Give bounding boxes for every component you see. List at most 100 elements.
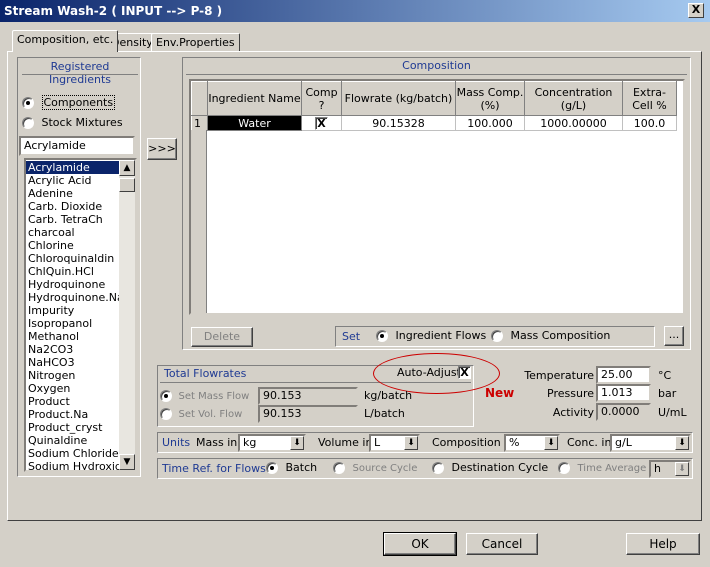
annotation-circle <box>373 353 500 394</box>
radio-set-mass-flow[interactable]: Set Mass Flow <box>160 389 249 404</box>
tab-composition[interactable]: Composition, etc. <box>12 30 119 52</box>
scroll-up-icon[interactable]: ▲ <box>119 160 135 176</box>
cell-extra-cell[interactable]: 100.0 <box>622 115 677 131</box>
list-item[interactable]: Na2CO3 <box>26 343 120 356</box>
list-scrollbar[interactable]: ▲ ▼ <box>119 160 135 470</box>
mass-in-label: Mass in <box>196 436 238 449</box>
list-item[interactable]: Sodium Chloride <box>26 447 120 460</box>
col-flowrate: Flowrate (kg/batch) <box>341 81 456 116</box>
composition-in-label: Composition in <box>432 436 515 449</box>
list-item[interactable]: Sodium Hydroxid <box>26 460 122 470</box>
list-item[interactable]: Quinaldine <box>26 434 120 447</box>
list-item[interactable]: Isopropanol <box>26 317 120 330</box>
radio-mass-composition[interactable]: Mass Composition <box>491 329 610 342</box>
col-comp: Comp ? <box>301 81 342 116</box>
list-item[interactable]: Impurity <box>26 304 120 317</box>
scroll-thumb[interactable] <box>119 178 135 192</box>
radio-off-icon <box>491 330 503 342</box>
dropdown-arrow-icon[interactable]: ⬇ <box>404 436 418 450</box>
composition-header: Composition <box>186 59 687 75</box>
list-item[interactable]: Methanol <box>26 330 120 343</box>
cell-comp[interactable]: X <box>301 115 342 131</box>
units-label: Units <box>162 436 191 449</box>
list-item[interactable]: Carb. TetraCh <box>26 213 120 226</box>
list-item[interactable]: Product <box>26 395 120 408</box>
new-annotation: New <box>485 386 515 400</box>
radio-source-cycle[interactable]: Source Cycle <box>333 461 417 474</box>
vol-flow-field: 90.153 <box>258 405 358 423</box>
radio-destination-cycle[interactable]: Destination Cycle <box>432 461 548 474</box>
ingredients-header: Registered Ingredients <box>22 60 138 86</box>
timeref-label: Time Ref. for Flows <box>162 462 266 475</box>
conc-in-label: Conc. in <box>567 436 612 449</box>
cell-mass-comp[interactable]: 100.000 <box>455 115 525 131</box>
cell-concentration[interactable]: 1000.00000 <box>524 115 623 131</box>
radio-on-icon <box>376 330 388 342</box>
volume-in-label: Volume in <box>318 436 373 449</box>
mass-flow-unit: kg/batch <box>364 389 413 402</box>
radio-on-icon <box>22 97 34 109</box>
list-item[interactable]: Hydroquinone.Na <box>26 291 124 304</box>
tab-env-properties[interactable]: Env.Properties <box>151 33 240 53</box>
radio-off-icon <box>333 462 345 474</box>
temperature-label: Temperature <box>524 369 594 382</box>
dropdown-arrow-icon[interactable]: ⬇ <box>290 436 304 450</box>
radio-on-icon <box>160 390 172 402</box>
list-item[interactable]: Product_cryst <box>26 421 120 434</box>
list-item[interactable]: Oxygen <box>26 382 120 395</box>
radio-time-average[interactable]: Time Average <box>558 461 646 474</box>
cell-flowrate[interactable]: 90.15328 <box>341 115 456 131</box>
temperature-input[interactable]: 25.00 <box>596 366 651 384</box>
list-item[interactable]: Hydroquinone <box>26 278 120 291</box>
ingredient-search-input[interactable]: Acrylamide <box>19 136 135 156</box>
table-row[interactable]: 1 Water X 90.15328 100.000 1000.00000 10… <box>191 115 677 131</box>
list-item[interactable]: NaHCO3 <box>26 356 120 369</box>
activity-label: Activity <box>552 406 594 419</box>
set-label: Set <box>342 330 361 343</box>
pressure-input[interactable]: 1.013 <box>596 384 651 402</box>
list-item[interactable]: Product.Na <box>26 408 120 421</box>
temperature-unit: °C <box>658 369 672 382</box>
col-extra-cell: Extra-Cell % <box>622 81 677 116</box>
close-icon[interactable]: X <box>688 3 704 18</box>
col-mass-comp: Mass Comp. (%) <box>455 81 525 116</box>
list-item[interactable]: Chlorine <box>26 239 120 252</box>
ok-button[interactable]: OK <box>383 532 457 556</box>
list-item[interactable]: Carb. Dioxide <box>26 200 120 213</box>
row-number: 1 <box>191 115 208 131</box>
radio-set-vol-flow[interactable]: Set Vol. Flow <box>160 407 242 422</box>
mass-flow-field: 90.153 <box>258 387 358 405</box>
scroll-down-icon[interactable]: ▼ <box>119 454 135 470</box>
list-item[interactable]: ChlQuin.HCl <box>26 265 120 278</box>
cancel-button[interactable]: Cancel <box>466 533 538 555</box>
help-button[interactable]: Help <box>626 533 700 555</box>
add-ingredient-button[interactable]: >>> <box>147 138 177 160</box>
grid-corner <box>191 81 208 116</box>
radio-stock-mixtures[interactable]: Stock Mixtures <box>22 116 123 130</box>
activity-field: 0.0000 <box>596 403 651 421</box>
vol-flow-unit: L/batch <box>364 407 405 420</box>
list-item[interactable]: charcoal <box>26 226 120 239</box>
composition-grid[interactable]: Ingredient Name Comp ? Flowrate (kg/batc… <box>189 79 685 315</box>
radio-off-icon <box>160 408 172 420</box>
list-item[interactable]: Acrylamide <box>26 161 120 174</box>
window-title: Stream Wash-2 ( INPUT --> P-8 ) <box>0 0 710 22</box>
comp-checkbox[interactable]: X <box>315 116 328 130</box>
activity-unit: U/mL <box>658 406 687 419</box>
list-item[interactable]: Chloroquinaldin <box>26 252 120 265</box>
radio-batch[interactable]: Batch <box>266 461 317 474</box>
pressure-unit: bar <box>658 387 677 400</box>
radio-ingredient-flows[interactable]: Ingredient Flows <box>376 329 486 342</box>
cell-ingredient-name[interactable]: Water <box>207 115 302 131</box>
more-options-button[interactable]: ... <box>664 326 684 346</box>
dropdown-arrow-icon[interactable]: ⬇ <box>544 436 558 450</box>
delete-button[interactable]: Delete <box>191 327 253 347</box>
col-ingredient-name: Ingredient Name <box>207 81 302 116</box>
list-item[interactable]: Acrylic Acid <box>26 174 120 187</box>
radio-components[interactable]: Components <box>22 95 116 110</box>
dropdown-arrow-icon: ⬇ <box>675 462 689 476</box>
ingredient-list[interactable]: Acrylamide Acrylic Acid Adenine Carb. Dioxi… <box>24 158 137 472</box>
list-item[interactable]: Nitrogen <box>26 369 120 382</box>
list-item[interactable]: Adenine <box>26 187 120 200</box>
dropdown-arrow-icon[interactable]: ⬇ <box>675 436 689 450</box>
